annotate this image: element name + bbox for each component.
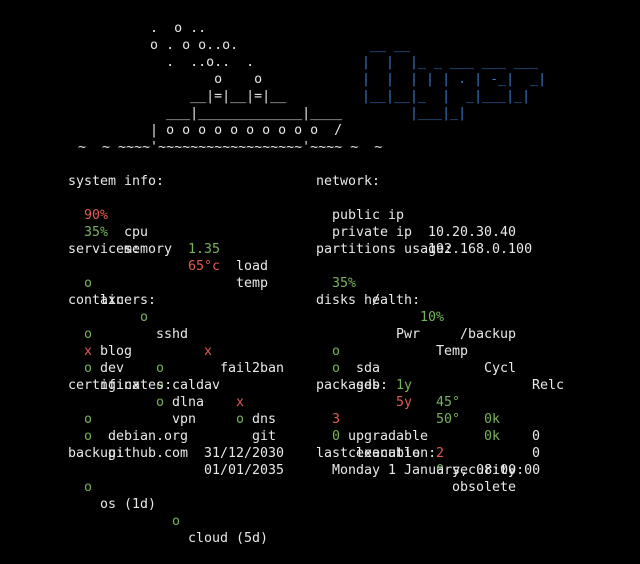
network-row-private: private ip 192.168.0.100: [316, 207, 616, 257]
ascii-art-line: | o o o o o o o o o o /: [70, 123, 343, 138]
disk-reallocated: 0: [532, 446, 541, 461]
ascii-art-line: . o ..: [70, 21, 207, 36]
section-title-system-info: system info:: [68, 174, 165, 189]
temp-label: temp: [236, 276, 269, 291]
section-title-disks: disks health:: [316, 293, 421, 308]
obsolete-label: obsolete: [452, 480, 517, 495]
section-title-services: services:: [68, 242, 141, 257]
ascii-logo-line: |__|__|_ | _|___|_|: [346, 89, 531, 104]
section-title-partitions: partitions usage:: [316, 242, 453, 257]
certificate-row: o debian.org 31/12/2030: [68, 394, 308, 461]
ascii-art-line: . ..o.. .: [70, 55, 255, 70]
backup-status-icon: o: [84, 480, 93, 495]
memory-value: 35%: [84, 225, 109, 240]
ascii-logo-line: |___|_|: [346, 106, 467, 121]
network-row-public: public ip 10.20.30.40: [316, 190, 616, 240]
terminal-window: . o .. o . o o..o. . ..o.. . o o __|=|__…: [0, 0, 640, 546]
system-row-2: 35% memory 65°c temp: [68, 207, 308, 291]
disks-header-cycl: Cycl: [484, 361, 517, 376]
container-status-icon: o: [84, 361, 93, 376]
service-name: fail2ban: [220, 361, 285, 376]
packages-row-1: 3 upgradable 2 security: [316, 394, 616, 478]
cpu-label: cpu: [124, 225, 149, 240]
disk-row: o sda 1y 45° 0k 0: [316, 326, 616, 444]
container-status-icon: o: [156, 361, 165, 376]
containers-row: x dev o dlna o git: [68, 326, 308, 444]
section-title-containers: containers:: [68, 293, 157, 308]
certificate-domain: debian.org: [108, 429, 189, 444]
certificate-status-icon: o: [84, 429, 93, 444]
packages-row-2: 0 cleanable 0 obsolete: [316, 411, 616, 495]
private-ip-label: private ip: [332, 225, 413, 240]
ascii-art-line: ___|_____________|____: [70, 106, 343, 121]
section-title-backup: backup:: [68, 446, 125, 461]
upgradable-label: upgradable: [348, 429, 429, 444]
container-name: git: [252, 429, 277, 444]
disk-power-on: 1y: [396, 378, 413, 393]
certificate-expiry: 31/12/2030: [204, 446, 285, 461]
ascii-art-line: o . o o..o.: [70, 38, 239, 53]
partitions-row: 35% / 10% /backup: [316, 258, 616, 342]
ascii-art-line: o o: [70, 72, 263, 87]
containers-row: o blog o caldav x dns: [68, 309, 308, 427]
certificate-row: o github.com 01/01/2035: [68, 411, 308, 478]
disk-cycles: 0k: [484, 429, 501, 444]
ascii-art-line: ~ ~ ~~~~'~~~~~~~~~~~~~~~~~~'~~~~ ~ ~: [70, 140, 383, 155]
partition-usage: 35%: [332, 276, 357, 291]
containers-row: o nginx o vpn: [68, 343, 308, 427]
section-title-last-execution: last execution:: [316, 446, 437, 461]
cleanable-count: 0: [332, 429, 341, 444]
ascii-logo-line: | | |_ _ ___ ___ ___: [346, 55, 539, 70]
ascii-logo-line: __ __: [346, 38, 411, 53]
disk-status-icon: o: [332, 361, 341, 376]
ascii-art-line: __|=|__|=|__: [70, 89, 287, 104]
public-ip-value: 10.20.30.40: [428, 225, 517, 240]
disk-row: o sdb 5y 50° 0k 0: [316, 343, 616, 461]
service-status-icon: o: [84, 276, 93, 291]
ascii-logo-line: | | | | | . | -_| _|: [346, 72, 547, 87]
services-row: o lxc o sshd x fail2ban: [68, 258, 308, 376]
load-value: 1.35: [188, 242, 221, 257]
container-name: dev: [100, 361, 125, 376]
backup-row: o os (1d) o cloud (5d): [68, 462, 308, 546]
last-execution-value: Monday 1 January, 08:00:00: [332, 463, 541, 478]
disk-reallocated: 0: [532, 429, 541, 444]
disks-header-row: Pwr Temp Cycl Relc: [316, 309, 616, 393]
backup-status-icon: o: [172, 514, 181, 529]
disk-name: sda: [356, 361, 381, 376]
section-title-packages: packages:: [316, 378, 389, 393]
container-name: caldav: [172, 378, 221, 393]
backup-label: cloud (5d): [188, 531, 269, 546]
section-title-certificates: certificates:: [68, 378, 173, 393]
section-title-network: network:: [316, 174, 381, 189]
system-row-1: 90% cpu 1.35 load: [68, 190, 308, 274]
security-count: 2: [436, 446, 445, 461]
backup-label: os (1d): [100, 497, 157, 512]
disks-header-relc: Relc: [532, 378, 565, 393]
